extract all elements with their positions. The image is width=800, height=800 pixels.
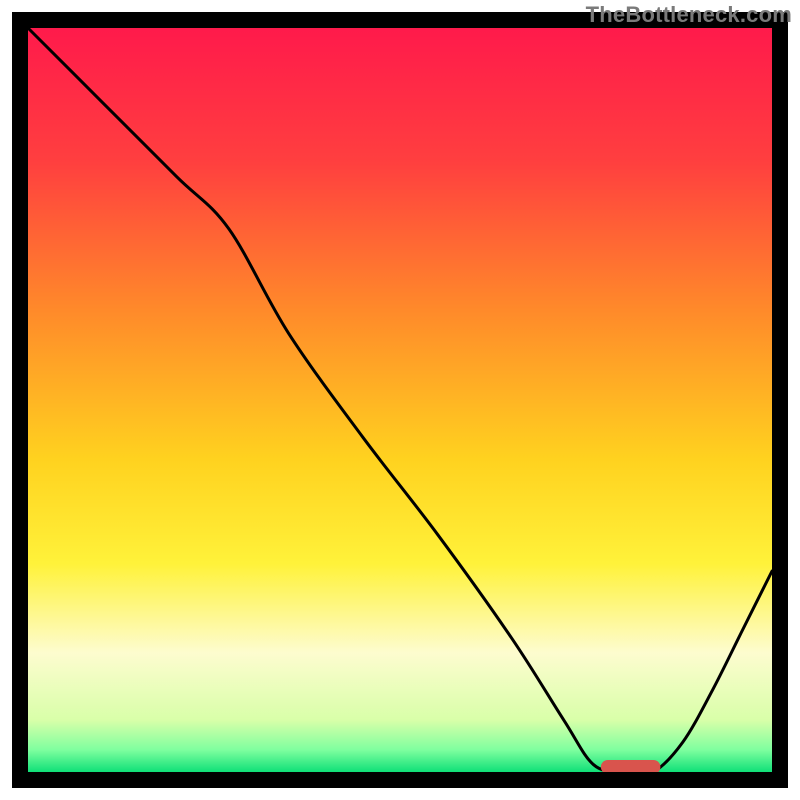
optimal-range-marker bbox=[601, 760, 661, 774]
chart-svg bbox=[0, 0, 800, 800]
chart-container: { "watermark": "TheBottleneck.com", "col… bbox=[0, 0, 800, 800]
watermark-text: TheBottleneck.com bbox=[586, 2, 792, 28]
